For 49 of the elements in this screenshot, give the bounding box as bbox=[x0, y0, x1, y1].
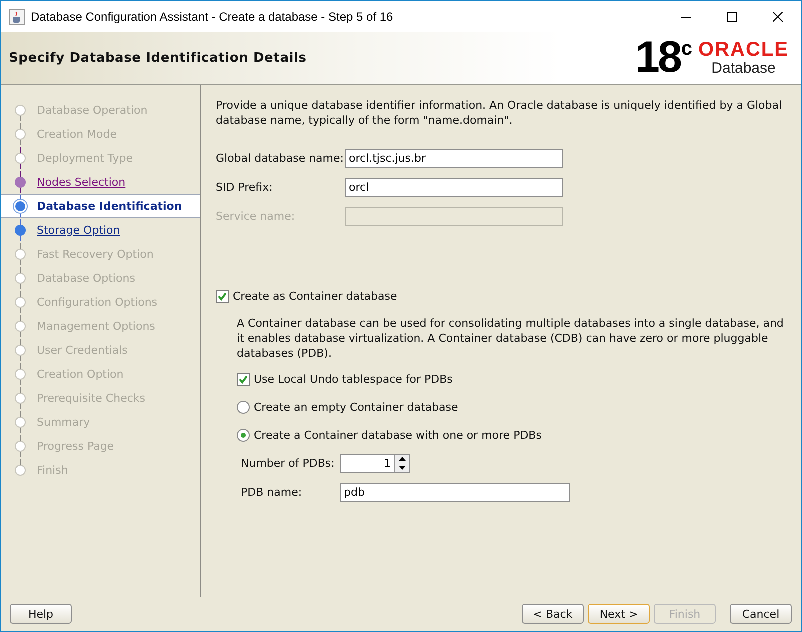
java-cup-icon bbox=[9, 8, 25, 24]
radio-label: Create a Container database with one or more PDBs bbox=[254, 429, 542, 442]
wizard-step: Creation Mode bbox=[37, 128, 118, 140]
wizard-step: Management Options bbox=[37, 320, 156, 332]
wizard-step: Database Options bbox=[37, 272, 136, 284]
field-label: Global database name: bbox=[216, 152, 345, 165]
checkbox-label: Create as Container database bbox=[233, 290, 398, 303]
text-field[interactable]: orcl.tjsc.jus.br bbox=[345, 149, 563, 168]
field-label: SID Prefix: bbox=[216, 181, 274, 194]
wizard-step[interactable]: Storage Option bbox=[37, 224, 120, 236]
wizard-step: Deployment Type bbox=[37, 152, 134, 164]
wizard-step: Fast Recovery Option bbox=[37, 248, 154, 260]
wizard-step: Creation Option bbox=[37, 368, 124, 380]
intro-text: Provide a unique database identifier information. An Oracle database is uniquely identified by a Global database name, typically of the form "name.domain". bbox=[216, 98, 784, 128]
logo-product: Database bbox=[712, 60, 776, 76]
footer-button[interactable]: Help bbox=[10, 604, 72, 624]
close-icon[interactable] bbox=[773, 12, 783, 22]
page-title: Specify Database Identification Details bbox=[9, 50, 307, 66]
logo-version: 18 bbox=[635, 36, 680, 80]
field-label: Number of PDBs: bbox=[241, 457, 336, 470]
wizard-step: Finish bbox=[37, 464, 68, 476]
field-label: PDB name: bbox=[241, 486, 304, 499]
radio-button[interactable] bbox=[237, 429, 250, 442]
wizard-step: Configuration Options bbox=[37, 296, 158, 308]
field-label: Service name: bbox=[216, 210, 296, 223]
checkbox[interactable] bbox=[237, 373, 250, 386]
container-description: A Container database can be used for consolidating multiple databases into a single database, and it enables database virtualization. A Container database (CDB) can have zero or more pluggable databases (PDB). bbox=[237, 316, 785, 361]
text-field[interactable]: pdb bbox=[340, 483, 570, 502]
down-arrow-icon[interactable] bbox=[398, 466, 406, 470]
logo-brand: ORACLE bbox=[698, 40, 789, 60]
logo-version-suffix: c bbox=[681, 38, 693, 61]
radio-label: Create an empty Container database bbox=[254, 401, 458, 414]
footer-button[interactable]: < Back bbox=[522, 604, 584, 624]
number-spinner[interactable]: 1 bbox=[340, 454, 410, 473]
checkbox-label: Use Local Undo tablespace for PDBs bbox=[254, 373, 453, 386]
footer-button[interactable]: Cancel bbox=[730, 604, 792, 624]
window-title: Database Configuration Assistant - Create a database - Step 5 of 16 bbox=[31, 10, 394, 24]
wizard-step: User Credentials bbox=[37, 344, 128, 356]
checkbox[interactable] bbox=[216, 290, 229, 303]
up-arrow-icon[interactable] bbox=[398, 457, 406, 462]
text-field[interactable]: orcl bbox=[345, 178, 563, 197]
wizard-step: Database Operation bbox=[37, 104, 148, 116]
footer-button[interactable]: Next > bbox=[588, 604, 650, 624]
radio-button[interactable] bbox=[237, 401, 250, 414]
wizard-step: Prerequisite Checks bbox=[37, 392, 146, 404]
wizard-step[interactable]: Nodes Selection bbox=[37, 176, 126, 188]
maximize-icon[interactable] bbox=[727, 12, 737, 22]
wizard-step: Progress Page bbox=[37, 440, 114, 452]
wizard-step: Summary bbox=[37, 416, 90, 428]
